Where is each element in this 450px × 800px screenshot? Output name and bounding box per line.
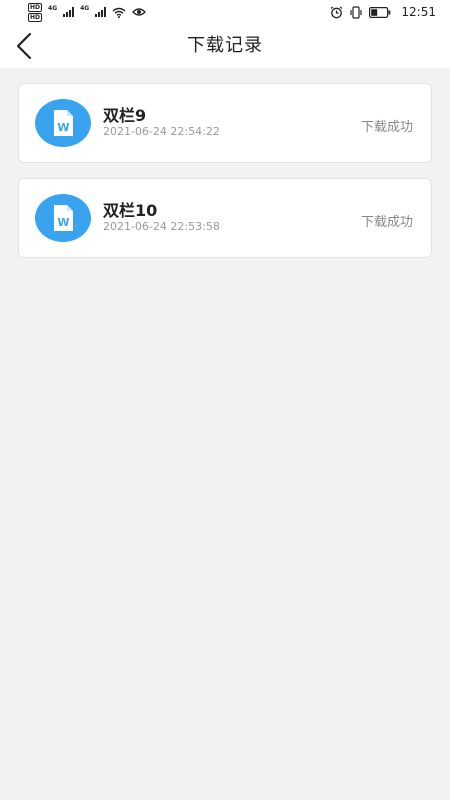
download-date: 2021-06-24 22:53:58 [103, 220, 220, 233]
hd-badge: HD [28, 2, 43, 12]
download-date: 2021-06-24 22:54:22 [103, 125, 220, 138]
svg-text:W: W [57, 121, 69, 134]
download-record-list: W 双栏9 2021-06-24 22:54:22 下载成功 W 双栏10 20… [18, 83, 432, 273]
network-type-label: 4G [48, 4, 58, 12]
vibrate-icon [350, 5, 363, 19]
eye-icon [132, 8, 147, 16]
battery-icon [369, 6, 391, 18]
file-name: 双栏10 [103, 201, 158, 220]
word-document-icon: W [35, 99, 91, 147]
page-title: 下载记录 [187, 35, 263, 56]
download-record-item[interactable]: W 双栏10 2021-06-24 22:53:58 下载成功 [18, 178, 432, 258]
hd-badge: HD [28, 12, 43, 22]
wifi-icon [112, 7, 126, 18]
status-right: 12:51 [330, 5, 436, 19]
download-status: 下载成功 [360, 215, 413, 230]
file-name: 双栏9 [103, 106, 147, 125]
download-record-item[interactable]: W 双栏9 2021-06-24 22:54:22 下载成功 [18, 83, 432, 163]
alarm-icon [331, 6, 343, 18]
hd-badges: HD HD [28, 2, 43, 22]
signal-icon [63, 7, 75, 17]
screen: HD HD 4G 4G 12:51 下载记录 W 双栏9 2021-06-24 … [0, 0, 450, 800]
app-header: 下载记录 [0, 24, 450, 68]
status-left: HD HD 4G 4G [28, 2, 147, 22]
svg-text:W: W [57, 216, 69, 229]
clock: 12:51 [401, 5, 436, 19]
status-bar: HD HD 4G 4G 12:51 [0, 0, 450, 24]
network-type-label: 4G [80, 4, 90, 12]
word-document-icon: W [35, 194, 91, 242]
download-status: 下载成功 [360, 120, 413, 135]
signal-icon [95, 7, 107, 17]
